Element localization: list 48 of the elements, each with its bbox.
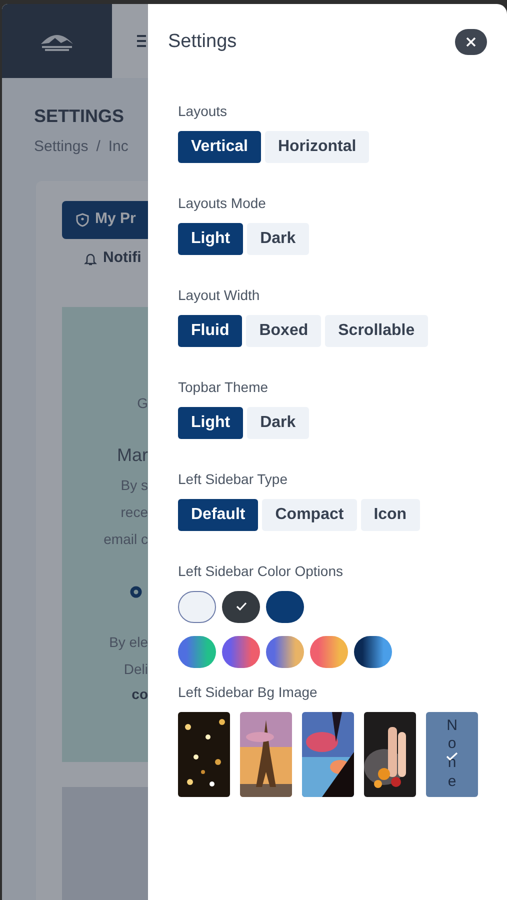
section-label: Topbar Theme bbox=[178, 378, 270, 397]
card-text: G bbox=[137, 394, 148, 412]
option-button[interactable]: Dark bbox=[247, 406, 309, 438]
close-button[interactable] bbox=[455, 29, 487, 56]
option-button[interactable]: Dark bbox=[247, 222, 309, 254]
color-swatch[interactable] bbox=[310, 636, 348, 668]
option-button[interactable]: Vertical bbox=[178, 130, 261, 162]
option-button[interactable]: Horizontal bbox=[264, 130, 370, 162]
section-label: Left Sidebar Color Options bbox=[178, 562, 344, 581]
card-text: By ele bbox=[109, 632, 148, 652]
section-label: Layouts Mode bbox=[178, 194, 267, 213]
color-swatch[interactable] bbox=[266, 590, 304, 622]
section-label: Left Sidebar Bg Image bbox=[178, 682, 318, 702]
color-swatch[interactable] bbox=[266, 636, 304, 668]
profile-tab[interactable]: My Pr bbox=[62, 200, 148, 238]
page-title: SETTINGS bbox=[34, 105, 126, 128]
close-icon bbox=[466, 37, 476, 48]
bell-icon bbox=[84, 252, 97, 266]
section-label: Layouts bbox=[178, 102, 228, 121]
card-text: Deli bbox=[124, 660, 148, 678]
check-icon bbox=[236, 602, 246, 611]
color-swatch[interactable] bbox=[178, 636, 216, 668]
radio-icon bbox=[130, 586, 142, 598]
option-button[interactable]: Light bbox=[178, 406, 244, 438]
card-link[interactable]: co bbox=[132, 684, 148, 704]
card-text: email c bbox=[104, 530, 148, 548]
check-icon bbox=[446, 752, 458, 760]
color-swatch[interactable] bbox=[222, 590, 260, 622]
panel-title: Settings bbox=[168, 30, 237, 54]
breadcrumb-separator: / bbox=[96, 137, 100, 157]
option-button[interactable]: Compact bbox=[262, 498, 357, 530]
card-text: By s bbox=[120, 476, 148, 495]
profile-tab[interactable]: Notifi bbox=[62, 246, 148, 270]
card-text: rece bbox=[120, 502, 148, 522]
section-label: Layout Width bbox=[178, 286, 261, 305]
option-button[interactable]: Scrollable bbox=[325, 314, 428, 346]
section-label: Left Sidebar Type bbox=[178, 470, 288, 489]
option-button[interactable]: Light bbox=[178, 222, 244, 254]
card-heading: Mar bbox=[117, 444, 148, 466]
option-button[interactable]: Fluid bbox=[178, 314, 242, 346]
menu-icon[interactable] bbox=[137, 35, 146, 47]
color-swatch[interactable] bbox=[222, 636, 260, 668]
option-button[interactable]: Icon bbox=[360, 498, 420, 530]
shield-icon bbox=[76, 212, 89, 226]
option-button[interactable]: Boxed bbox=[246, 314, 322, 346]
color-swatch[interactable] bbox=[178, 590, 216, 622]
option-button[interactable]: Default bbox=[178, 498, 258, 530]
color-swatch[interactable] bbox=[354, 636, 392, 668]
